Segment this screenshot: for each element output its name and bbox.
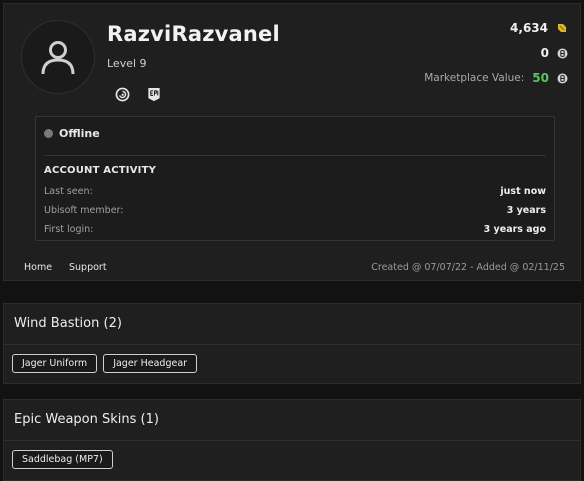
marketplace-value-label: Marketplace Value: <box>424 72 525 84</box>
online-status: Offline <box>44 127 100 140</box>
item-list: Saddlebag (MP7) <box>12 450 113 469</box>
item-chip[interactable]: Jager Headgear <box>103 354 198 373</box>
epic-games-icon[interactable] <box>146 86 162 102</box>
activity-value: just now <box>500 186 546 197</box>
credits-icon <box>558 24 566 32</box>
divider <box>4 440 580 441</box>
home-link[interactable]: Home <box>24 262 52 273</box>
activity-label: Ubisoft member: <box>44 205 124 216</box>
username: RazviRazvanel <box>107 22 280 46</box>
divider <box>44 155 546 156</box>
item-list: Jager Uniform Jager Headgear <box>12 354 198 373</box>
created-added-dates: Created @ 07/07/22 - Added @ 02/11/25 <box>371 262 565 273</box>
account-activity-title: ACCOUNT ACTIVITY <box>44 165 157 176</box>
level-label: Level 9 <box>107 57 147 70</box>
avatar <box>21 20 95 94</box>
activity-row-ubisoft-member: Ubisoft member: 3 years <box>44 205 546 216</box>
profile-card: RazviRazvanel Level 9 4,634 0 Marketplac… <box>3 3 581 281</box>
marketplace-value-stat: Marketplace Value: 50 <box>424 71 568 85</box>
credits-stat: 4,634 <box>510 21 568 35</box>
activity-value: 3 years ago <box>483 224 546 235</box>
item-chip[interactable]: Jager Uniform <box>12 354 98 373</box>
status-dot-icon <box>44 129 53 138</box>
status-label: Offline <box>59 127 100 140</box>
activity-label: First login: <box>44 224 94 235</box>
credits-value: 4,634 <box>510 21 548 35</box>
activity-value: 3 years <box>506 205 546 216</box>
activity-label: Last seen: <box>44 186 93 197</box>
activity-row-last-seen: Last seen: just now <box>44 186 546 197</box>
support-link[interactable]: Support <box>69 262 107 273</box>
item-chip[interactable]: Saddlebag (MP7) <box>12 450 113 469</box>
section-title: Epic Weapon Skins (1) <box>14 412 159 427</box>
divider <box>4 344 580 345</box>
coins-stat: 0 <box>541 46 568 60</box>
ubisoft-icon[interactable] <box>114 86 130 102</box>
activity-row-first-login: First login: 3 years ago <box>44 224 546 235</box>
account-activity-panel: Offline ACCOUNT ACTIVITY Last seen: just… <box>35 116 555 241</box>
coin-icon <box>557 73 568 84</box>
coin-icon <box>557 48 568 59</box>
section-wind-bastion: Wind Bastion (2) Jager Uniform Jager Hea… <box>3 303 581 384</box>
section-title: Wind Bastion (2) <box>14 316 122 331</box>
marketplace-value: 50 <box>532 71 549 85</box>
coins-value: 0 <box>540 46 549 60</box>
section-epic-weapon-skins: Epic Weapon Skins (1) Saddlebag (MP7) <box>3 399 581 481</box>
user-icon <box>41 41 75 75</box>
